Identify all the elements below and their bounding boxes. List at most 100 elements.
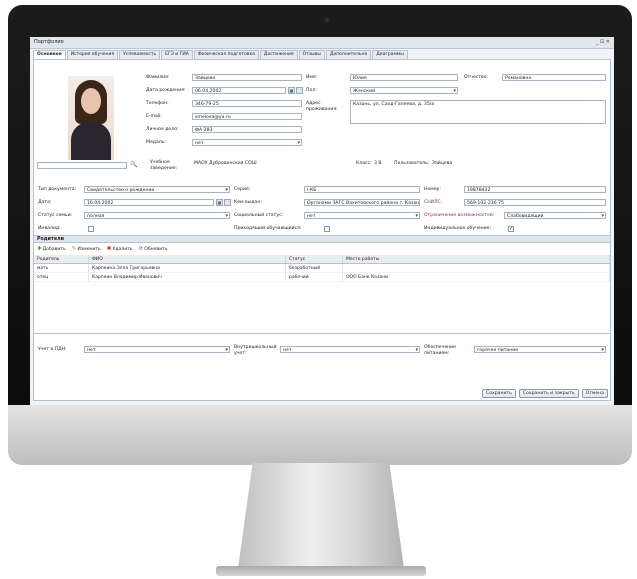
number-field[interactable]: 19878432: [464, 186, 606, 193]
doc-type-select[interactable]: Свидетельство о рождении: [84, 186, 230, 193]
add-icon: ✚: [37, 246, 42, 252]
birth-label: Дата рождения:: [146, 88, 186, 93]
phone-label: Телефон:: [146, 101, 169, 106]
doc-date-field[interactable]: 16.04.2002: [84, 199, 214, 206]
delete-icon: ✖: [106, 246, 112, 252]
monitor-chin: [8, 405, 632, 465]
gender-select[interactable]: Женский: [350, 87, 458, 94]
monitor-stand: [237, 463, 405, 573]
name-field[interactable]: Юлия: [350, 74, 458, 81]
limits-label: Ограничение возможностей:: [424, 213, 495, 218]
social-label: Социальный статус:: [234, 213, 284, 218]
class-value: 3 В: [374, 161, 382, 166]
window-title: Портфолио: [34, 39, 64, 45]
school-label: Учебное заведение:: [150, 160, 178, 171]
patronymic-field[interactable]: Романовна: [502, 74, 606, 81]
window-titlebar: Портфолио _ ⊡ ✕: [30, 37, 614, 49]
parents-grid: Родитель ФИО Статус Место работы мать Ка…: [34, 255, 610, 334]
pdn-label: Учет в ПДН:: [38, 347, 67, 352]
cell-workplace: ООО Банк Казани: [342, 272, 610, 282]
save-close-button[interactable]: Сохранить и закрыть: [518, 389, 579, 398]
snils-field[interactable]: 569-102-236 75: [464, 199, 606, 206]
search-icon[interactable]: 🔍: [130, 161, 138, 169]
file-field[interactable]: ФА-283: [192, 126, 302, 133]
transfer-label: Приходящий обучающийся:: [234, 226, 302, 231]
cell-parent: отец: [34, 272, 89, 282]
limits-select[interactable]: Слабовидящий: [504, 212, 606, 219]
camera-dot: [325, 18, 329, 22]
family-select[interactable]: полная: [84, 212, 230, 219]
student-photo: [68, 76, 114, 160]
photo-path-field[interactable]: [37, 162, 127, 169]
parents-toolbar: ✚ Добавить ✎ Изменить ✖ Удалить ⟳ Обновить: [37, 245, 168, 253]
monitor-base: [216, 566, 426, 576]
doc-clear-date-icon[interactable]: [224, 199, 231, 206]
pdn-select[interactable]: нет: [84, 346, 230, 353]
table-row[interactable]: отец Карпкин Владимир Иванович рабочий О…: [34, 272, 610, 282]
edit-icon: ✎: [71, 246, 77, 252]
invalid-checkbox[interactable]: [88, 226, 94, 232]
medal-label: Медаль:: [146, 140, 166, 145]
file-label: Личное дело:: [146, 127, 179, 132]
cancel-button[interactable]: Отмена: [581, 389, 608, 398]
user-label: Пользователь:: [394, 161, 430, 166]
clear-date-icon[interactable]: [296, 87, 303, 94]
individual-checkbox[interactable]: ✓: [508, 226, 514, 232]
doc-date-label: Дата:: [38, 200, 52, 205]
issued-label: Кем выдан:: [234, 200, 262, 205]
meals-select[interactable]: горячее питание: [474, 346, 606, 353]
user-value: Зайцева: [432, 161, 453, 166]
series-field[interactable]: I-КБ: [304, 186, 420, 193]
delete-parent-button[interactable]: ✖ Удалить: [107, 245, 133, 253]
col-fio[interactable]: ФИО: [88, 255, 286, 264]
parents-table: Родитель ФИО Статус Место работы мать Ка…: [34, 255, 610, 282]
edit-parent-button[interactable]: ✎ Изменить: [72, 245, 101, 253]
school-value: МАОУ Дубровинская СОШ: [194, 161, 257, 166]
cell-fio: Карпкин Владимир Иванович: [88, 272, 286, 282]
series-label: Серия:: [234, 187, 251, 192]
social-select[interactable]: нет: [304, 212, 420, 219]
table-header-row: Родитель ФИО Статус Место работы: [34, 255, 610, 264]
family-label: Статус семьи:: [38, 213, 73, 218]
app-screen: Портфолио _ ⊡ ✕ Основное История обучени…: [30, 37, 614, 405]
individual-label: Индивидуальное обучение:: [424, 226, 492, 231]
issued-field[interactable]: Органами ЗАГС Вахитовского района г. Каз…: [304, 199, 420, 206]
medal-select[interactable]: нет: [192, 139, 302, 146]
table-row[interactable]: мать Карпкина Элла Григорьевна безработн…: [34, 263, 610, 273]
internal-select[interactable]: нет: [280, 346, 420, 353]
col-status[interactable]: Статус: [285, 255, 343, 264]
surname-field[interactable]: Зайцева: [192, 74, 302, 81]
main-panel: 🔍 Фамилия: Зайцева Имя: Юлия Отчество: Р…: [33, 59, 611, 401]
number-label: Номер:: [424, 187, 442, 192]
window-controls[interactable]: _ ⊡ ✕: [596, 39, 610, 45]
dialog-buttons: Сохранить Сохранить и закрыть Отмена: [482, 389, 608, 398]
cell-status: рабочий: [285, 272, 343, 282]
patronymic-label: Отчество:: [464, 75, 489, 80]
address-field[interactable]: Казань, ул. Сахд-Гапеева, д. 35/а: [350, 100, 606, 124]
phone-field[interactable]: 346-79-25: [192, 100, 302, 107]
gender-label: Пол:: [306, 88, 317, 93]
transfer-checkbox[interactable]: [324, 226, 330, 232]
invalid-label: Инвалид:: [38, 226, 61, 231]
doc-type-label: Тип документа:: [38, 187, 77, 192]
refresh-icon: ⟳: [138, 246, 144, 252]
tab-bar: Основное История обучения Успеваемость Е…: [33, 50, 409, 60]
refresh-button[interactable]: ⟳ Обновить: [139, 245, 168, 253]
class-label: Класс:: [356, 161, 372, 166]
snils-label: СНИЛС:: [424, 200, 443, 205]
birth-field[interactable]: 06.04.2002: [192, 87, 286, 94]
name-label: Имя:: [306, 75, 318, 80]
email-field[interactable]: smelova@ya.ru: [192, 113, 302, 120]
add-parent-button[interactable]: ✚ Добавить: [37, 245, 66, 253]
doc-calendar-icon[interactable]: ▦: [216, 199, 223, 206]
email-label: E-mail:: [146, 114, 162, 119]
calendar-icon[interactable]: ▦: [288, 87, 295, 94]
surname-label: Фамилия:: [146, 75, 170, 80]
meals-label: Обеспечение питанием:: [424, 345, 456, 356]
save-button[interactable]: Сохранить: [482, 389, 516, 398]
col-parent[interactable]: Родитель: [34, 255, 89, 264]
cell-fio: Карпкина Элла Григорьевна: [88, 263, 286, 273]
internal-label: Внутришкольный учет:: [234, 345, 277, 356]
col-workplace[interactable]: Место работы: [342, 255, 610, 264]
cell-status: безработный: [285, 263, 343, 273]
